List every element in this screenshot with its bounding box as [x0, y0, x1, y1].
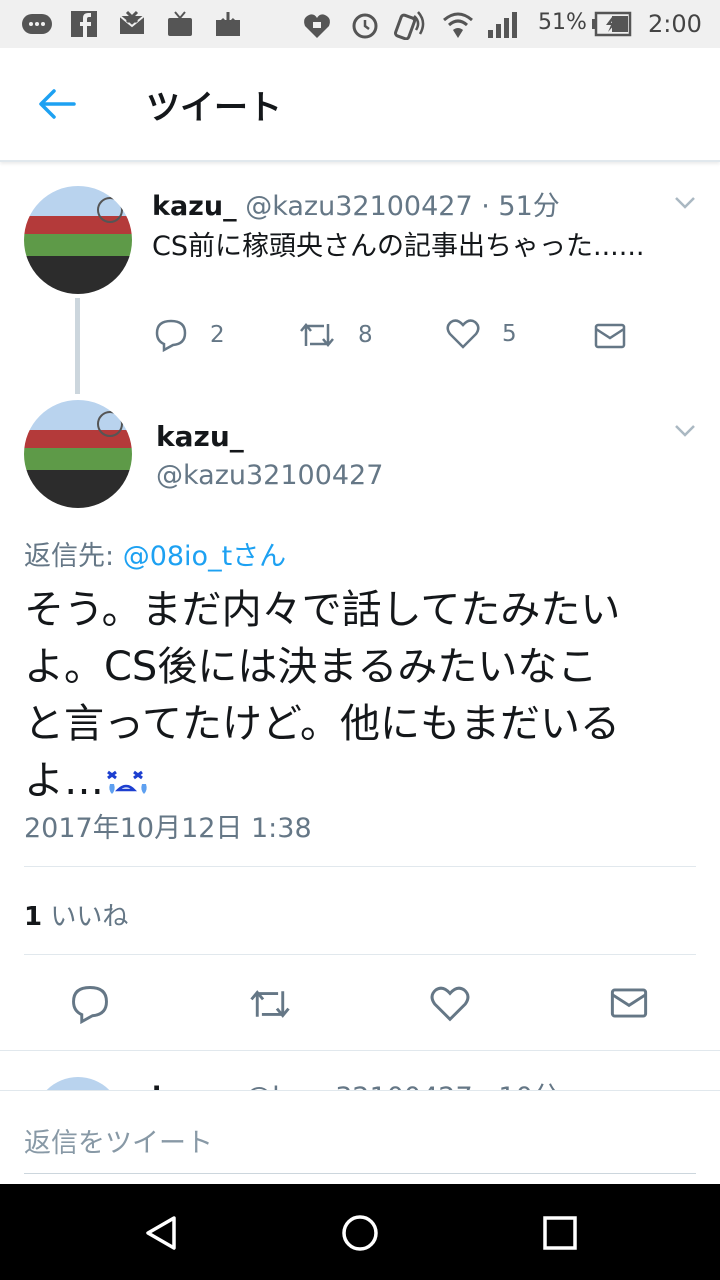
tweet-line: よ。CS後には決まるみたいなこ: [24, 644, 598, 690]
tweet-line: よ…: [24, 758, 104, 804]
system-nav-bar: [0, 1184, 720, 1280]
chevron-down-icon[interactable]: [674, 424, 696, 438]
message-icon: [22, 14, 52, 34]
mail-icon: [119, 10, 145, 34]
author-name[interactable]: kazu_: [152, 1082, 237, 1090]
nfc-icon: [394, 11, 425, 40]
page-title: ツイート: [146, 88, 282, 128]
direct-message-icon[interactable]: [610, 986, 648, 1020]
reply-input[interactable]: 返信をツイート: [24, 1121, 213, 1160]
like-summary[interactable]: 1 いいね: [24, 896, 128, 933]
direct-message-icon[interactable]: [594, 322, 626, 350]
alarm-icon: [352, 13, 378, 39]
reply-icon: [155, 319, 187, 352]
wifi-icon: [443, 12, 473, 38]
retweet-button[interactable]: 8: [298, 318, 373, 352]
reply-icon[interactable]: [70, 984, 110, 1024]
reply-to-label: 返信先:: [24, 541, 115, 572]
like-label: いいね: [50, 902, 129, 932]
like-button[interactable]: 5: [446, 318, 517, 350]
status-bar: 51% 2:00: [0, 0, 720, 48]
tweet-time: · 51分: [481, 191, 560, 222]
tweet-body: そう。まだ内々で話してたみたい よ。CS後には決まるみたいなこ と言ってたけど。…: [24, 582, 700, 810]
thread-line: [75, 298, 80, 394]
like-total: 1: [24, 902, 43, 932]
nav-back-icon[interactable]: [142, 1214, 180, 1252]
tweet-time: · 10分: [481, 1082, 560, 1090]
chevron-down-icon[interactable]: [674, 196, 696, 210]
nav-recents-icon[interactable]: [542, 1215, 578, 1251]
battery-percent: 51%: [538, 10, 587, 35]
reply-count: 2: [210, 322, 225, 348]
crying-face-emoji: [107, 770, 147, 794]
tweet-line: そう。まだ内々で話してたみたい: [24, 587, 621, 633]
signal-icon: [488, 12, 517, 38]
download-icon: [216, 12, 240, 36]
next-tweet[interactable]: kazu_ @kazu32100427 · 10分: [0, 1051, 720, 1090]
tweet-text: CS前に稼頭央さんの記事出ちゃった......: [152, 231, 645, 262]
back-arrow-icon[interactable]: [36, 86, 76, 122]
like-count: 5: [502, 321, 517, 347]
tweet-timestamp: 2017年10月12日 1:38: [24, 813, 312, 844]
tv-icon: [168, 11, 192, 36]
nav-home-icon[interactable]: [340, 1213, 380, 1253]
heart-icon[interactable]: [430, 985, 470, 1023]
retweet-icon[interactable]: [248, 984, 292, 1024]
author-handle[interactable]: @kazu32100427: [156, 460, 383, 491]
clock: 2:00: [648, 10, 702, 38]
facebook-icon: [71, 11, 97, 37]
author-handle[interactable]: @kazu32100427: [245, 1082, 472, 1090]
avatar[interactable]: [34, 1077, 122, 1090]
author-handle[interactable]: @kazu32100427: [245, 191, 472, 222]
avatar[interactable]: [24, 400, 132, 508]
reply-button[interactable]: 2: [154, 318, 225, 352]
divider: [24, 954, 696, 955]
author-name[interactable]: kazu_: [152, 191, 237, 222]
author-name[interactable]: kazu_: [156, 420, 244, 453]
battery-icon: [592, 11, 632, 37]
reply-composer: 返信をツイート: [0, 1090, 720, 1185]
retweet-count: 8: [358, 322, 373, 348]
reply-to-user-link[interactable]: @08io_tさん: [123, 541, 286, 572]
retweet-icon: [300, 323, 334, 347]
app-bar: ツイート: [0, 48, 720, 162]
avatar[interactable]: [24, 186, 132, 294]
heart-shield-icon: [304, 14, 330, 38]
divider: [24, 866, 696, 867]
tweet-line: と言ってたけど。他にもまだいる: [24, 701, 620, 747]
heart-icon: [446, 319, 480, 349]
input-underline: [24, 1173, 696, 1174]
